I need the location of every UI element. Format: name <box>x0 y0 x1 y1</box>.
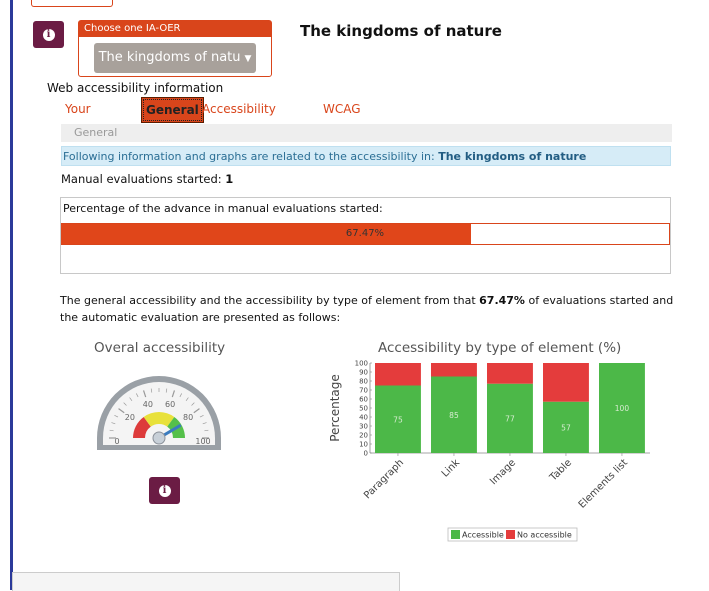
chart-title: Accessibility by type of element (%) <box>378 340 622 356</box>
x-category-label: Link <box>440 457 462 479</box>
progress-bar: 67.47% <box>61 223 670 245</box>
y-tick-label: 90 <box>359 369 368 377</box>
bar-data-label: 75 <box>393 415 403 424</box>
gauge-tick-label: 20 <box>125 413 135 422</box>
y-tick-label: 100 <box>355 360 368 368</box>
tab-your-activity[interactable]: Your activity <box>65 97 109 140</box>
summary-highlight: 67.47% <box>479 294 525 307</box>
selector-header: Choose one IA-OER <box>79 21 271 37</box>
summary-text-start: The general accessibility and the access… <box>60 294 480 307</box>
tab-accessibility-history[interactable]: Accessibility history <box>202 97 276 140</box>
y-tick-label: 50 <box>359 405 368 413</box>
section-label: Web accessibility information <box>47 81 224 95</box>
bar-no-accessible <box>543 363 589 402</box>
manual-evaluations: Manual evaluations started: 1 <box>61 172 233 186</box>
legend-label-1: No accessible <box>517 531 572 540</box>
left-border <box>10 0 13 590</box>
bar-no-accessible <box>375 363 421 386</box>
x-category-label: Elements list <box>577 457 630 510</box>
y-tick-label: 70 <box>359 387 368 395</box>
info-bar-text: Following information and graphs are rel… <box>63 150 439 163</box>
bar-data-label: 77 <box>505 414 515 423</box>
info-icon: i <box>42 28 55 41</box>
info-button[interactable]: i <box>33 21 64 48</box>
y-tick-label: 30 <box>359 423 368 431</box>
gauge-tick-label: 40 <box>143 400 153 409</box>
progress-label: Percentage of the advance in manual eval… <box>63 202 383 215</box>
info-bar: Following information and graphs are rel… <box>61 146 671 166</box>
info-icon: i <box>158 484 171 497</box>
subheader: General <box>61 124 672 142</box>
resource-dropdown-button[interactable]: The kingdoms of natu ▼ <box>94 43 256 73</box>
bar-data-label: 100 <box>615 404 630 413</box>
gauge-hub <box>152 431 166 445</box>
gauge-tick-label: 60 <box>165 400 175 409</box>
y-tick-label: 60 <box>359 396 368 404</box>
info-bar-resource: The kingdoms of nature <box>438 150 587 163</box>
gauge-tick-label: 100 <box>195 437 210 446</box>
bar-no-accessible <box>487 363 533 384</box>
x-category-label: Image <box>488 457 518 487</box>
gauge-tick-label: 0 <box>114 437 119 446</box>
ia-oer-selector: Choose one IA-OER The kingdoms of natu ▼ <box>78 20 272 77</box>
x-category-label: Paragraph <box>362 457 406 501</box>
y-tick-label: 0 <box>364 450 368 458</box>
bottom-panel <box>12 572 400 591</box>
y-tick-label: 10 <box>359 441 368 449</box>
bar-no-accessible <box>431 363 477 377</box>
resource-dropdown-label: The kingdoms of natu <box>98 50 241 65</box>
gauge-title: Overal accessibility <box>94 340 226 356</box>
accessibility-by-type-chart: Percentage010203040506070809010075Paragr… <box>328 360 650 542</box>
subheader-label: General <box>74 126 118 139</box>
top-tab-stub <box>31 0 113 7</box>
bar-data-label: 57 <box>561 423 571 432</box>
page-title: The kingdoms of nature <box>300 22 502 40</box>
y-tick-label: 80 <box>359 378 368 386</box>
tab-general[interactable]: General <box>141 97 204 123</box>
y-axis-label: Percentage <box>328 374 342 442</box>
summary-paragraph: The general accessibility and the access… <box>60 292 680 326</box>
caret-down-icon: ▼ <box>244 54 252 64</box>
progress-bar-text: 67.47% <box>345 228 385 239</box>
overall-accessibility-gauge: 0 20 40 60 80 100 <box>97 376 221 450</box>
x-category-label: Table <box>547 457 574 484</box>
y-tick-label: 40 <box>359 414 368 422</box>
legend-label-0: Accessible <box>462 531 504 540</box>
tab-wcag-principles[interactable]: WCAG principles <box>323 97 381 140</box>
legend-swatch-1 <box>506 530 515 539</box>
y-tick-label: 20 <box>359 432 368 440</box>
bar-data-label: 85 <box>449 411 459 420</box>
manual-evaluations-count: 1 <box>225 172 234 186</box>
gauge-info-button[interactable]: i <box>149 477 180 504</box>
progress-panel: Percentage of the advance in manual eval… <box>60 197 671 274</box>
manual-evaluations-label: Manual evaluations started: <box>61 172 222 186</box>
legend-swatch-0 <box>451 530 460 539</box>
gauge-tick-label: 80 <box>183 413 193 422</box>
